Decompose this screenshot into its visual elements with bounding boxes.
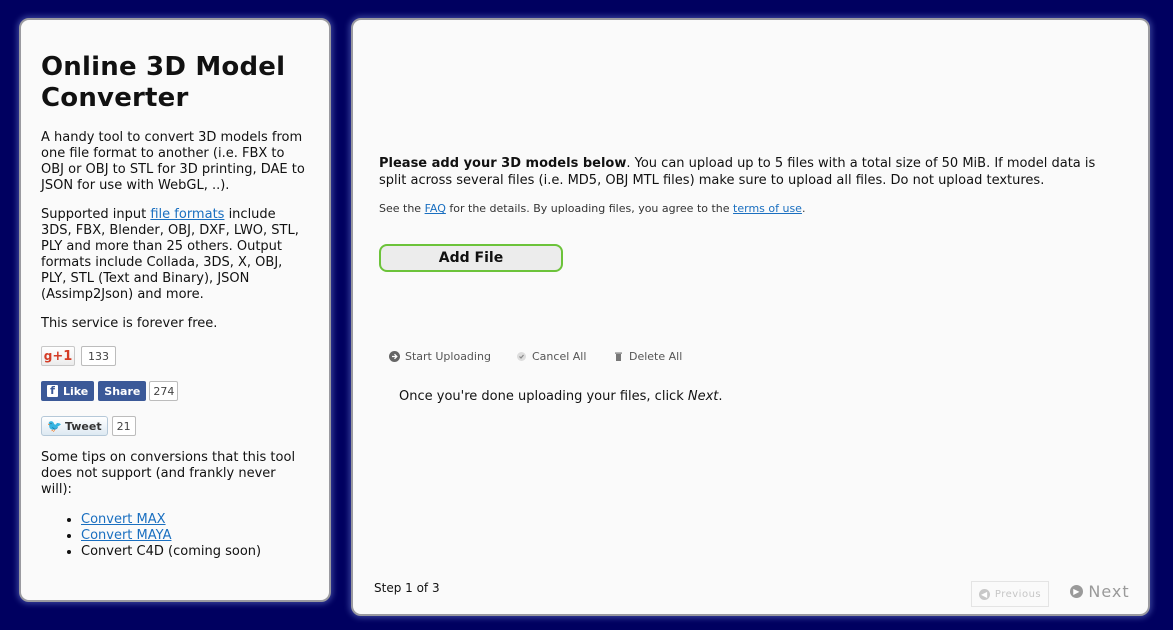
done-post: . (718, 389, 723, 404)
convert-c4d-text: Convert C4D (coming soon) (81, 544, 262, 559)
arrow-left-icon: ◀ (978, 588, 990, 600)
tweet-count: 21 (111, 416, 136, 436)
gplus-count: 133 (81, 346, 116, 366)
start-uploading-label: Start Uploading (405, 350, 491, 363)
step-indicator: Step 1 of 3 (374, 581, 440, 595)
convert-maya-link[interactable]: Convert MAYA (81, 528, 171, 543)
upload-instructions: Please add your 3D models below. You can… (379, 155, 1119, 189)
trash-icon (613, 351, 624, 362)
formats-text: Supported input file formats include 3DS… (41, 207, 309, 303)
gplus-row: g +1 133 (41, 345, 309, 367)
done-next: Next (687, 389, 719, 404)
page-title: Online 3D Model Converter (41, 52, 286, 113)
upload-panel: Please add your 3D models below. You can… (351, 18, 1150, 616)
start-uploading-button[interactable]: Start Uploading (389, 350, 491, 363)
convert-max-link[interactable]: Convert MAX (81, 512, 166, 527)
file-formats-link[interactable]: file formats (150, 207, 224, 222)
faq-line: See the FAQ for the details. By uploadin… (379, 202, 805, 215)
done-message: Once you're done uploading your files, c… (399, 389, 723, 404)
instructions-bold: Please add your 3D models below (379, 156, 627, 171)
fb-like-label: Like (63, 384, 89, 398)
delete-all-label: Delete All (629, 350, 683, 363)
twitter-bird-icon: 🐦 (47, 419, 62, 433)
faq-post: . (801, 202, 806, 215)
cancel-all-button[interactable]: Cancel All (516, 350, 586, 363)
terms-of-use-link[interactable]: terms of use (733, 202, 802, 215)
next-button[interactable]: ▶ Next (1059, 576, 1141, 606)
gplus-button[interactable]: g +1 (41, 346, 75, 366)
cancel-icon (516, 351, 527, 362)
fb-share-button[interactable]: Share (98, 381, 147, 401)
cancel-all-label: Cancel All (532, 350, 587, 363)
formats-pre: Supported input (41, 207, 151, 222)
faq-pre: See the (379, 202, 425, 215)
previous-label: Previous (994, 588, 1042, 600)
fb-like-button[interactable]: f Like (41, 381, 95, 401)
done-pre: Once you're done uploading your files, c… (399, 389, 688, 404)
free-text: This service is forever free. (41, 316, 218, 331)
tweet-label: Tweet (64, 419, 102, 433)
intro-text: A handy tool to convert 3D models from o… (41, 130, 305, 193)
tweet-button[interactable]: 🐦 Tweet (41, 416, 108, 436)
upload-arrow-icon (389, 351, 400, 362)
list-item: Convert MAX (81, 512, 309, 528)
twitter-row: 🐦 Tweet 21 (41, 415, 309, 437)
faq-link[interactable]: FAQ (425, 202, 446, 215)
sidebar-panel: Online 3D Model Converter A handy tool t… (19, 18, 331, 602)
arrow-right-icon: ▶ (1070, 584, 1084, 598)
delete-all-button[interactable]: Delete All (613, 350, 682, 363)
tips-intro: Some tips on conversions that this tool … (41, 450, 296, 497)
list-item: Convert C4D (coming soon) (81, 544, 309, 560)
gplus-label: +1 (52, 348, 73, 364)
fb-count: 274 (149, 381, 179, 401)
list-item: Convert MAYA (81, 528, 309, 544)
previous-button[interactable]: ◀ Previous (971, 581, 1049, 607)
faq-mid: for the details. By uploading files, you… (445, 202, 734, 215)
add-file-button[interactable]: Add File (379, 244, 563, 272)
facebook-row: f Like Share 274 (41, 380, 309, 402)
tips-list: Convert MAX Convert MAYA Convert C4D (co… (41, 512, 309, 560)
next-label: Next (1088, 581, 1130, 601)
gplus-icon: g (43, 349, 53, 363)
facebook-icon: f (47, 384, 58, 397)
